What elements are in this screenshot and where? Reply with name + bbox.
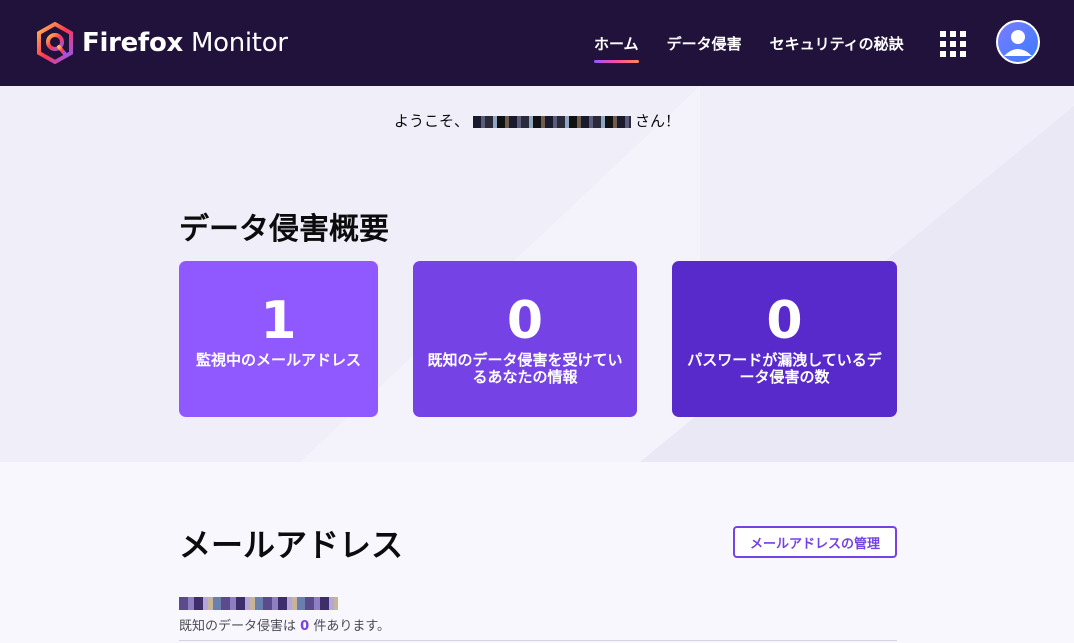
redacted-email [473, 115, 631, 128]
top-header: Firefox Monitor ホーム データ侵害 セキュリティの秘訣 [0, 0, 1074, 86]
manage-emails-button[interactable]: メールアドレスの管理 [733, 526, 897, 558]
note-prefix: 既知のデータ侵害は [179, 619, 297, 634]
stat-value: 1 [260, 291, 297, 351]
nav-home[interactable]: ホーム [594, 33, 639, 63]
welcome-suffix: さん！ [635, 112, 681, 130]
breach-overview-title: データ侵害概要 [179, 212, 389, 247]
email-breach-note: 既知のデータ侵害は 0 件あります。 [179, 615, 390, 634]
nav-security-tips[interactable]: セキュリティの秘訣 [770, 33, 904, 54]
stat-card-known-breaches: 0 既知のデータ侵害を受けているあなたの情報 [413, 261, 637, 417]
brand-name: Firefox Monitor [82, 28, 288, 58]
brand-name-light: Monitor [190, 28, 288, 58]
section-divider [179, 640, 897, 641]
welcome-prefix: ようこそ、 [393, 112, 469, 130]
stat-card-monitored-emails: 1 監視中のメールアドレス [179, 261, 378, 417]
apps-grid-icon[interactable] [940, 31, 966, 57]
user-avatar-icon [1004, 30, 1032, 56]
stat-label: 監視中のメールアドレス [195, 351, 361, 369]
main-nav: ホーム データ侵害 セキュリティの秘訣 [594, 33, 932, 63]
breach-count: 0 [300, 619, 310, 634]
brand-logo-link[interactable]: Firefox Monitor [36, 22, 288, 64]
stat-card-password-breaches: 0 パスワードが漏洩しているデータ侵害の数 [672, 261, 897, 417]
stat-value: 0 [766, 291, 803, 351]
hero-section: ようこそ、 さん！ データ侵害概要 1 監視中のメールアドレス 0 既知のデータ侵… [0, 86, 1074, 462]
nav-breaches[interactable]: データ侵害 [667, 33, 742, 54]
brand-name-bold: Firefox [82, 28, 183, 58]
stat-label: 既知のデータ侵害を受けているあなたの情報 [427, 351, 623, 386]
user-avatar[interactable] [996, 20, 1040, 64]
firefox-monitor-logo-icon [37, 22, 73, 64]
stat-label: パスワードが漏洩しているデータ侵害の数 [687, 351, 882, 386]
redacted-email-address [179, 597, 338, 610]
email-addresses-title: メールアドレス [179, 526, 404, 564]
stat-value: 0 [506, 291, 544, 351]
welcome-message: ようこそ、 さん！ [0, 110, 1074, 131]
note-suffix: 件あります。 [313, 619, 391, 634]
